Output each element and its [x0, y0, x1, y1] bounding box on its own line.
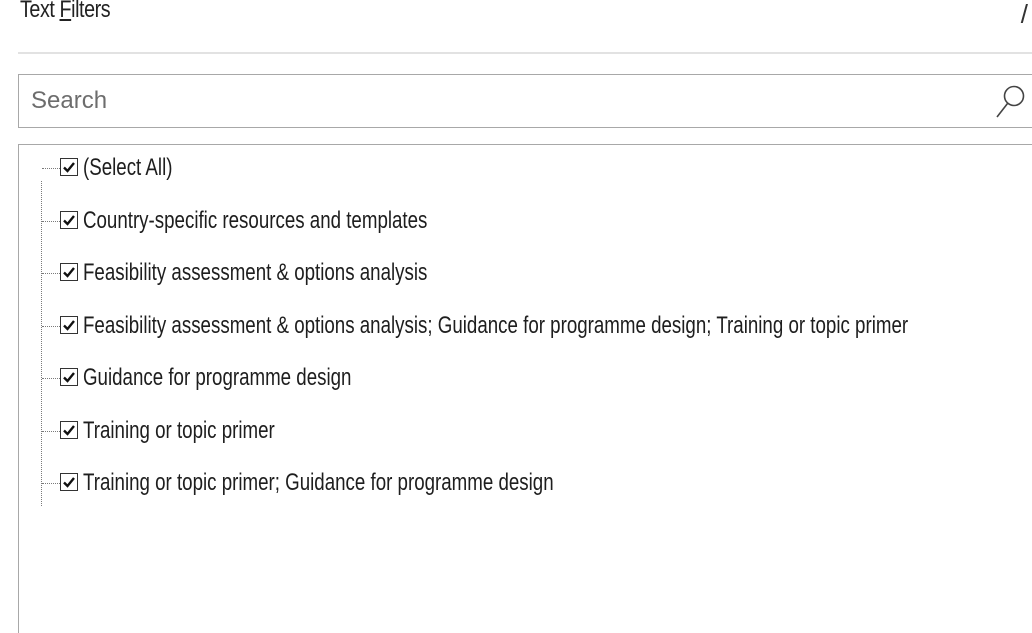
tree-branch-line — [42, 220, 60, 222]
checkmark-icon — [63, 372, 75, 383]
checkmark-icon — [63, 214, 75, 226]
checkbox[interactable] — [60, 158, 78, 176]
search-icon[interactable] — [993, 83, 1027, 121]
tree-branch-line — [42, 325, 60, 327]
checkbox[interactable] — [60, 420, 78, 439]
tree-branch-line — [42, 378, 60, 379]
list-item[interactable]: Feasibility assessment & options analysi… — [19, 254, 1019, 294]
list-item[interactable]: Guidance for programme design — [19, 359, 1019, 399]
menu-divider — [18, 52, 1032, 54]
tree-branch-line — [42, 273, 60, 274]
autofilter-panel: Text Filters / (Select All) Country-speci… — [0, 0, 1032, 633]
list-item-label: Training or topic primer; Guidance for p… — [83, 469, 554, 496]
list-item-label: Guidance for programme design — [83, 364, 352, 391]
tree-branch-line — [42, 168, 60, 169]
checkbox[interactable] — [60, 315, 78, 334]
search-box[interactable] — [18, 74, 1032, 128]
checkbox[interactable] — [60, 473, 78, 491]
checkbox[interactable] — [60, 368, 78, 386]
tree-branch-line — [42, 483, 60, 484]
checkmark-icon — [63, 424, 75, 436]
list-item[interactable]: Training or topic primer — [19, 412, 1019, 452]
list-item-label: Feasibility assessment & options analysi… — [83, 259, 428, 286]
checkmark-icon — [63, 477, 75, 488]
list-item[interactable]: Feasibility assessment & options analysi… — [19, 307, 1019, 347]
checkbox[interactable] — [60, 210, 78, 229]
tree-branch-line — [42, 430, 60, 432]
search-input[interactable] — [31, 75, 981, 127]
list-item-label: Feasibility assessment & options analysi… — [83, 311, 909, 339]
text-filters-suffix: ilters — [71, 0, 111, 23]
checkmark-icon — [63, 319, 75, 331]
submenu-arrow-icon[interactable]: / — [1021, 0, 1028, 34]
checkmark-icon — [63, 267, 75, 278]
filter-value-list[interactable]: (Select All) Country-specific resources a… — [18, 144, 1032, 633]
list-item[interactable]: Country-specific resources and templates — [19, 202, 1019, 242]
list-item-label: Country-specific resources and templates — [83, 206, 428, 234]
text-filters-menu-item[interactable]: Text Filters — [20, 0, 111, 30]
list-item-label: Training or topic primer — [83, 416, 275, 444]
list-item-label: (Select All) — [83, 154, 173, 181]
text-filters-prefix: Text — [20, 0, 60, 23]
checkbox[interactable] — [60, 263, 78, 281]
text-filters-accel-key: F — [59, 0, 72, 23]
list-item[interactable]: (Select All) — [19, 149, 1019, 189]
checkmark-icon — [63, 162, 75, 173]
list-item[interactable]: Training or topic primer; Guidance for p… — [19, 464, 1019, 504]
